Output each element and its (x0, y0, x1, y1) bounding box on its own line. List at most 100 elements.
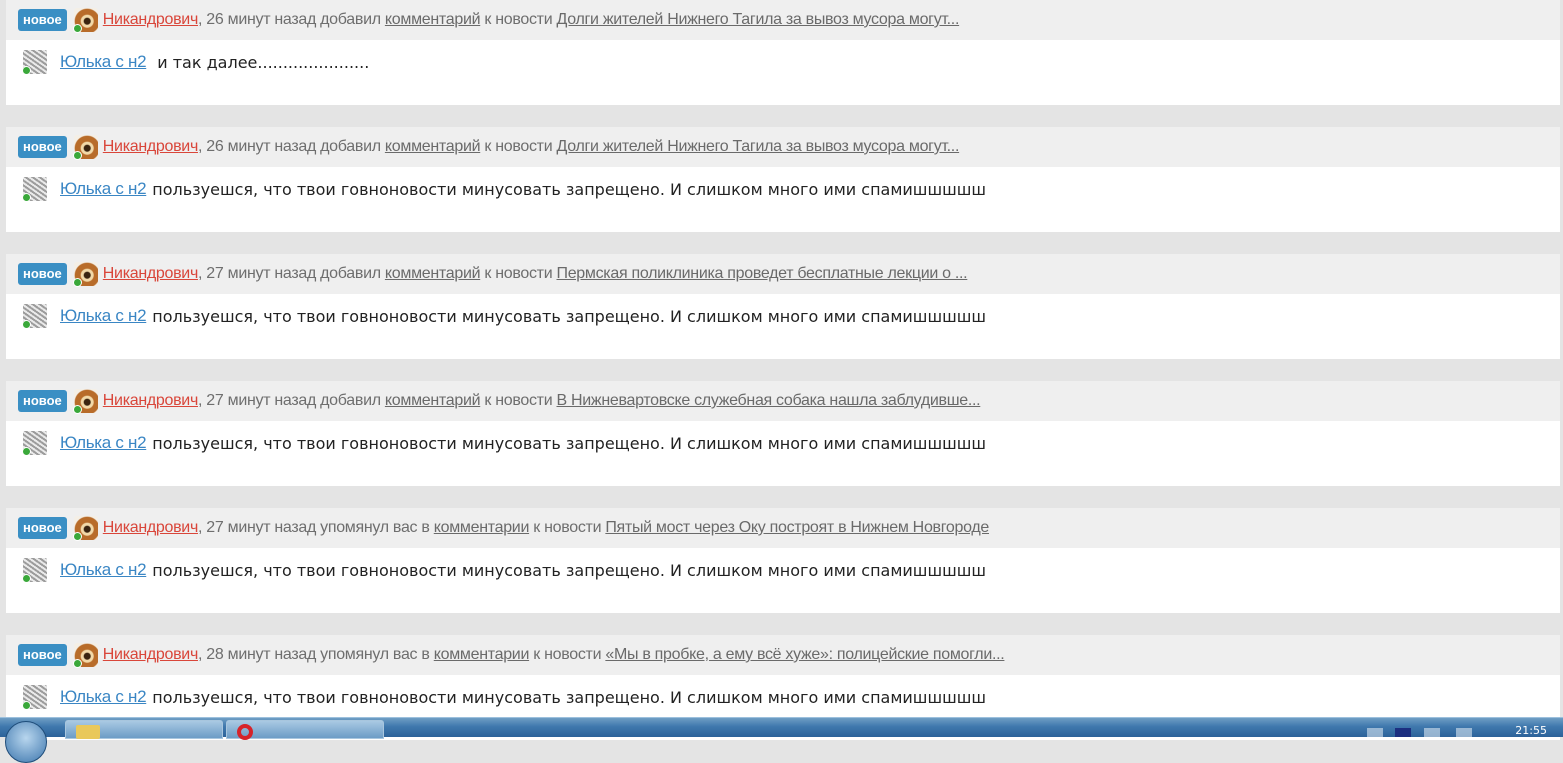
comment-line: Юлька с н2 пользуешся, что твои говнонов… (22, 685, 987, 710)
to-news-text: к новости (480, 265, 557, 282)
notification-item: новое Никандрович , 27 минут назад добав… (6, 381, 1560, 491)
author-link[interactable]: Никандрович (103, 265, 198, 283)
news-title-link[interactable]: Долги жителей Нижнего Тагила за вывоз му… (557, 138, 960, 156)
news-title-link[interactable]: Долги жителей Нижнего Тагила за вывоз му… (557, 11, 960, 29)
comment-text: пользуешся, что твои говноновости минусо… (152, 560, 987, 580)
commenter-avatar[interactable] (22, 685, 47, 710)
online-status-icon (22, 193, 31, 202)
new-badge: новое (18, 644, 67, 666)
commenter-link[interactable]: Юлька с н2 (60, 52, 147, 72)
comment-link[interactable]: комментарий (385, 138, 481, 156)
taskbar-clock[interactable]: 21:55 (1515, 724, 1547, 737)
notification-body: Юлька с н2 пользуешся, что твои говнонов… (6, 548, 1560, 613)
notification-header: новое Никандрович , 26 минут назад добав… (6, 127, 1560, 167)
news-title-link[interactable]: Пятый мост через Оку построят в Нижнем Н… (605, 519, 989, 537)
comment-text: пользуешся, что твои говноновости минусо… (152, 433, 987, 453)
online-status-icon (22, 574, 31, 583)
taskbar-opera-button[interactable] (226, 720, 384, 740)
new-badge: новое (18, 263, 67, 285)
author-link[interactable]: Никандрович (103, 646, 198, 664)
notification-body: Юлька с н2 пользуешся, что твои говнонов… (6, 421, 1560, 486)
commenter-link[interactable]: Юлька с н2 (60, 179, 147, 199)
notification-header: новое Никандрович , 26 минут назад добав… (6, 0, 1560, 40)
opera-icon (237, 724, 253, 740)
online-status-icon (72, 278, 82, 287)
notification-header: новое Никандрович , 27 минут назад упомя… (6, 508, 1560, 548)
notification-time: , 27 минут назад добавил (197, 392, 385, 409)
comment-link[interactable]: комментарии (434, 646, 530, 664)
notification-time: , 26 минут назад добавил (197, 138, 385, 155)
new-badge: новое (18, 517, 67, 539)
online-status-icon (22, 447, 31, 456)
comment-text: и так далее...................... (157, 52, 370, 72)
comment-link[interactable]: комментарии (434, 519, 530, 537)
online-status-icon (72, 24, 82, 33)
author-avatar[interactable] (72, 643, 98, 668)
to-news-text: к новости (480, 11, 557, 28)
author-link[interactable]: Никандрович (103, 11, 198, 29)
online-status-icon (72, 659, 82, 668)
commenter-link[interactable]: Юлька с н2 (60, 433, 147, 453)
comment-line: Юлька с н2 пользуешся, что твои говнонов… (22, 431, 987, 456)
author-avatar[interactable] (72, 516, 98, 541)
notification-time: , 27 минут назад добавил (197, 265, 385, 282)
comment-line: Юлька с н2 пользуешся, что твои говнонов… (22, 558, 987, 583)
notification-body: Юлька с н2 и так далее..................… (6, 40, 1560, 105)
new-badge: новое (18, 390, 67, 412)
news-title-link[interactable]: В Нижневартовске служебная собака нашла … (557, 392, 981, 410)
online-status-icon (72, 405, 82, 414)
author-avatar[interactable] (72, 262, 98, 287)
commenter-link[interactable]: Юлька с н2 (60, 687, 147, 707)
online-status-icon (22, 701, 31, 710)
new-badge: новое (18, 9, 67, 31)
notification-item: новое Никандрович , 27 минут назад добав… (6, 254, 1560, 364)
to-news-text: к новости (529, 646, 606, 663)
comment-text: пользуешся, что твои говноновости минусо… (152, 179, 987, 199)
notification-time: , 27 минут назад упомянул вас в (197, 519, 434, 536)
commenter-avatar[interactable] (22, 431, 47, 456)
online-status-icon (72, 532, 82, 541)
notification-time: , 28 минут назад упомянул вас в (197, 646, 434, 663)
news-title-link[interactable]: Пермская поликлиника проведет бесплатные… (557, 265, 968, 283)
notification-body: Юлька с н2 пользуешся, что твои говнонов… (6, 167, 1560, 232)
new-badge: новое (18, 136, 67, 158)
windows-taskbar: 21:55 (0, 717, 1563, 763)
folder-icon (76, 725, 100, 739)
commenter-avatar[interactable] (22, 177, 47, 202)
online-status-icon (72, 151, 82, 160)
author-avatar[interactable] (72, 8, 98, 33)
to-news-text: к новости (480, 392, 557, 409)
to-news-text: к новости (529, 519, 606, 536)
to-news-text: к новости (480, 138, 557, 155)
notification-header: новое Никандрович , 28 минут назад упомя… (6, 635, 1560, 675)
comment-text: пользуешся, что твои говноновости минусо… (152, 306, 987, 326)
author-link[interactable]: Никандрович (103, 519, 198, 537)
author-avatar[interactable] (72, 389, 98, 414)
online-status-icon (22, 66, 31, 75)
commenter-avatar[interactable] (22, 304, 47, 329)
commenter-link[interactable]: Юлька с н2 (60, 306, 147, 326)
notification-header: новое Никандрович , 27 минут назад добав… (6, 381, 1560, 421)
notification-time: , 26 минут назад добавил (197, 11, 385, 28)
commenter-link[interactable]: Юлька с н2 (60, 560, 147, 580)
news-title-link[interactable]: «Мы в пробке, а ему всё хуже»: полицейск… (605, 646, 1004, 664)
author-link[interactable]: Никандрович (103, 138, 198, 156)
online-status-icon (22, 320, 31, 329)
comment-line: Юлька с н2 и так далее..................… (22, 50, 370, 75)
author-avatar[interactable] (72, 135, 98, 160)
commenter-avatar[interactable] (22, 558, 47, 583)
notification-header: новое Никандрович , 27 минут назад добав… (6, 254, 1560, 294)
comment-line: Юлька с н2 пользуешся, что твои говнонов… (22, 177, 987, 202)
comment-link[interactable]: комментарий (385, 11, 481, 29)
author-link[interactable]: Никандрович (103, 392, 198, 410)
start-orb-icon[interactable] (5, 721, 47, 763)
notification-feed: новое Никандрович , 26 минут назад добав… (6, 0, 1560, 762)
comment-link[interactable]: комментарий (385, 265, 481, 283)
comment-text: пользуешся, что твои говноновости минусо… (152, 687, 987, 707)
commenter-avatar[interactable] (22, 50, 47, 75)
taskbar-explorer-button[interactable] (65, 720, 223, 739)
notification-body: Юлька с н2 пользуешся, что твои говнонов… (6, 294, 1560, 359)
comment-link[interactable]: комментарий (385, 392, 481, 410)
comment-line: Юлька с н2 пользуешся, что твои говнонов… (22, 304, 987, 329)
notification-item: новое Никандрович , 26 минут назад добав… (6, 127, 1560, 237)
